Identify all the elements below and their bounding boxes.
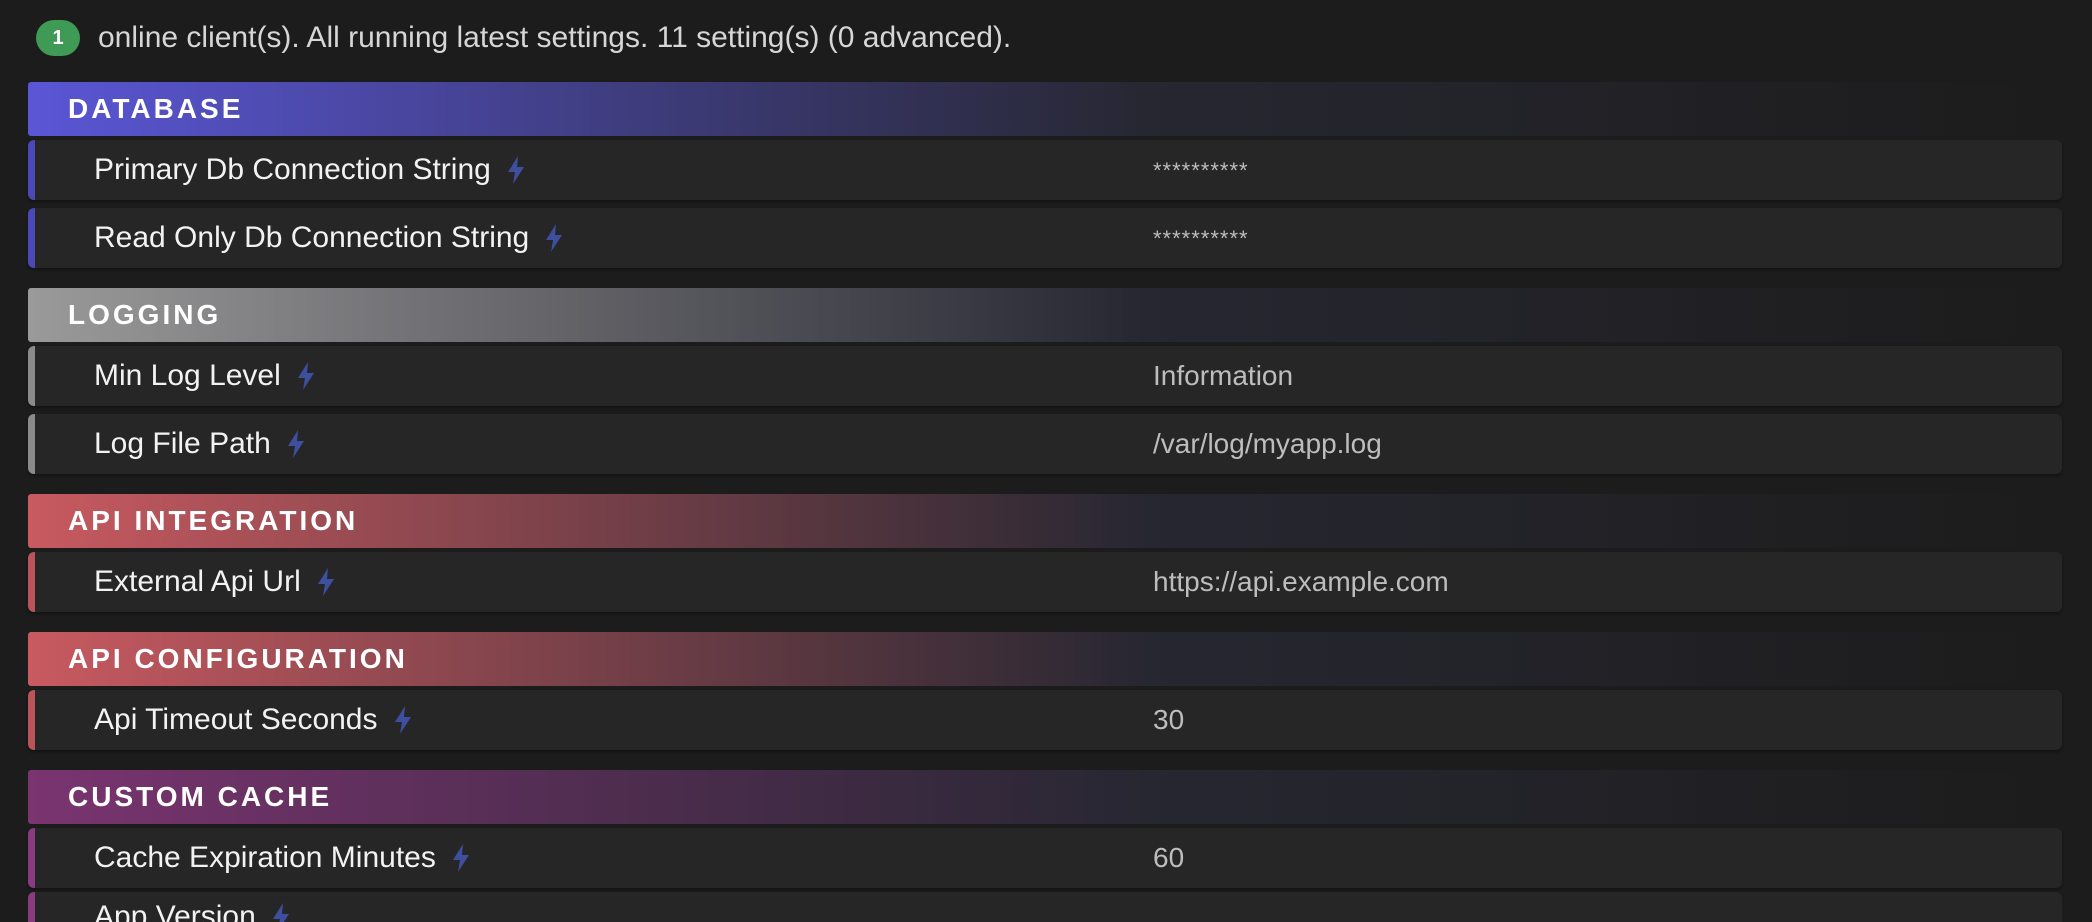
setting-name-label: Min Log Level <box>94 359 281 392</box>
masked-value[interactable]: ********** <box>1153 226 1249 252</box>
row-accent-bar <box>28 140 35 200</box>
row-accent-bar <box>28 828 35 888</box>
section-header[interactable]: API INTEGRATION <box>28 494 2062 548</box>
setting-name: Primary Db Connection String <box>94 153 527 187</box>
section-logging: LOGGING Min Log Level Information Log File … <box>28 288 2062 474</box>
row-accent-bar <box>28 690 35 750</box>
setting-row[interactable]: External Api Url https://api.example.com <box>28 552 2062 612</box>
setting-value[interactable]: https://api.example.com <box>1153 566 1449 598</box>
setting-row-partial[interactable]: App Version <box>28 892 2062 922</box>
status-bar: 1 online client(s). All running latest s… <box>36 18 1011 58</box>
lightning-bolt-icon[interactable] <box>392 705 414 735</box>
setting-value[interactable]: 60 <box>1153 842 1184 874</box>
setting-name: App Version <box>94 900 292 922</box>
setting-name-label: App Version <box>94 900 256 922</box>
status-text: online client(s). All running latest set… <box>98 21 1012 54</box>
setting-row[interactable]: Primary Db Connection String ********** <box>28 140 2062 200</box>
lightning-bolt-icon[interactable] <box>295 361 317 391</box>
section-header[interactable]: API CONFIGURATION <box>28 632 2062 686</box>
setting-name: Cache Expiration Minutes <box>94 841 472 875</box>
lightning-bolt-icon[interactable] <box>285 429 307 459</box>
online-clients-badge: 1 <box>36 20 80 56</box>
lightning-bolt-icon[interactable] <box>543 223 565 253</box>
row-accent-bar <box>28 892 35 922</box>
setting-value[interactable]: /var/log/myapp.log <box>1153 428 1382 460</box>
section-database: DATABASE Primary Db Connection String ****… <box>28 82 2062 268</box>
setting-name: Api Timeout Seconds <box>94 703 414 737</box>
section-api-configuration: API CONFIGURATION Api Timeout Seconds 30 <box>28 632 2062 750</box>
section-header[interactable]: CUSTOM CACHE <box>28 770 2062 824</box>
row-accent-bar <box>28 552 35 612</box>
setting-name: Min Log Level <box>94 359 317 393</box>
settings-list: DATABASE Primary Db Connection String ****… <box>28 82 2062 922</box>
section-header[interactable]: DATABASE <box>28 82 2062 136</box>
setting-name-label: Api Timeout Seconds <box>94 703 378 736</box>
lightning-bolt-icon[interactable] <box>505 155 527 185</box>
setting-name: Log File Path <box>94 427 307 461</box>
setting-name: Read Only Db Connection String <box>94 221 565 255</box>
row-accent-bar <box>28 414 35 474</box>
setting-name-label: Primary Db Connection String <box>94 153 491 186</box>
lightning-bolt-icon[interactable] <box>450 843 472 873</box>
setting-row[interactable]: Read Only Db Connection String ********** <box>28 208 2062 268</box>
setting-name-label: Read Only Db Connection String <box>94 221 530 254</box>
setting-row[interactable]: Min Log Level Information <box>28 346 2062 406</box>
lightning-bolt-icon[interactable] <box>315 567 337 597</box>
setting-value[interactable]: Information <box>1153 360 1293 392</box>
lightning-bolt-icon[interactable] <box>270 902 292 922</box>
section-header[interactable]: LOGGING <box>28 288 2062 342</box>
setting-row[interactable]: Api Timeout Seconds 30 <box>28 690 2062 750</box>
row-accent-bar <box>28 346 35 406</box>
setting-value[interactable]: 30 <box>1153 704 1184 736</box>
setting-name-label: Log File Path <box>94 427 271 460</box>
setting-row[interactable]: Log File Path/var/log/myapp.log <box>28 414 2062 474</box>
row-accent-bar <box>28 208 35 268</box>
setting-row[interactable]: Cache Expiration Minutes 60 <box>28 828 2062 888</box>
section-custom-cache: CUSTOM CACHE Cache Expiration Minutes 60 <box>28 770 2062 888</box>
section-api-integration: API INTEGRATION External Api Url https://a… <box>28 494 2062 612</box>
setting-name: External Api Url <box>94 565 337 599</box>
setting-name-label: Cache Expiration Minutes <box>94 841 436 874</box>
masked-value[interactable]: ********** <box>1153 158 1249 184</box>
setting-name-label: External Api Url <box>94 565 301 598</box>
